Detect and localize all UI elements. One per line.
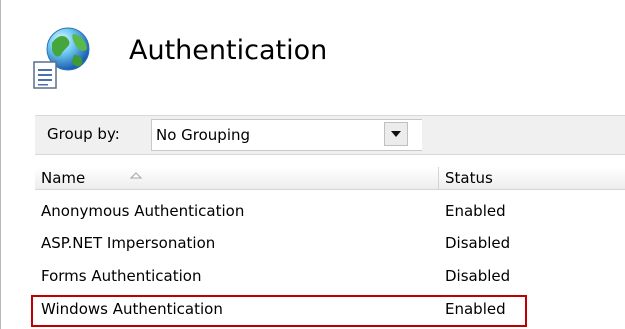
authentication-page: Authentication Group by: No Grouping Nam… xyxy=(0,0,625,329)
authentication-status: Enabled xyxy=(445,300,506,318)
authentication-name: Anonymous Authentication xyxy=(41,202,245,220)
authentication-name: ASP.NET Impersonation xyxy=(41,234,216,252)
group-by-dropdown-button[interactable] xyxy=(384,122,408,146)
group-by-toolbar: Group by: No Grouping xyxy=(35,115,625,155)
authentication-name: Forms Authentication xyxy=(41,267,202,285)
table-row[interactable]: ASP.NET Impersonation Disabled xyxy=(35,229,625,260)
authentication-status: Enabled xyxy=(445,202,506,220)
sort-ascending-icon xyxy=(130,172,142,179)
authentication-name: Windows Authentication xyxy=(41,300,223,318)
authentication-status: Disabled xyxy=(445,267,511,285)
column-header-status[interactable]: Status xyxy=(439,167,625,190)
left-pane-border xyxy=(0,0,1,329)
authentication-status: Disabled xyxy=(445,234,511,252)
table-row[interactable]: Anonymous Authentication Enabled xyxy=(35,197,625,228)
column-header-name-label: Name xyxy=(41,169,86,187)
table-row[interactable]: Forms Authentication Disabled xyxy=(35,262,625,293)
column-header-name[interactable]: Name xyxy=(35,167,439,190)
page-title: Authentication xyxy=(129,35,328,66)
authentication-globe-document-icon xyxy=(30,26,100,90)
group-by-label: Group by: xyxy=(47,125,120,143)
group-by-value: No Grouping xyxy=(156,126,251,144)
group-by-select[interactable]: No Grouping xyxy=(151,119,422,151)
table-row[interactable]: Windows Authentication Enabled xyxy=(35,295,625,326)
column-header-status-label: Status xyxy=(445,169,493,187)
chevron-down-icon xyxy=(391,131,401,137)
